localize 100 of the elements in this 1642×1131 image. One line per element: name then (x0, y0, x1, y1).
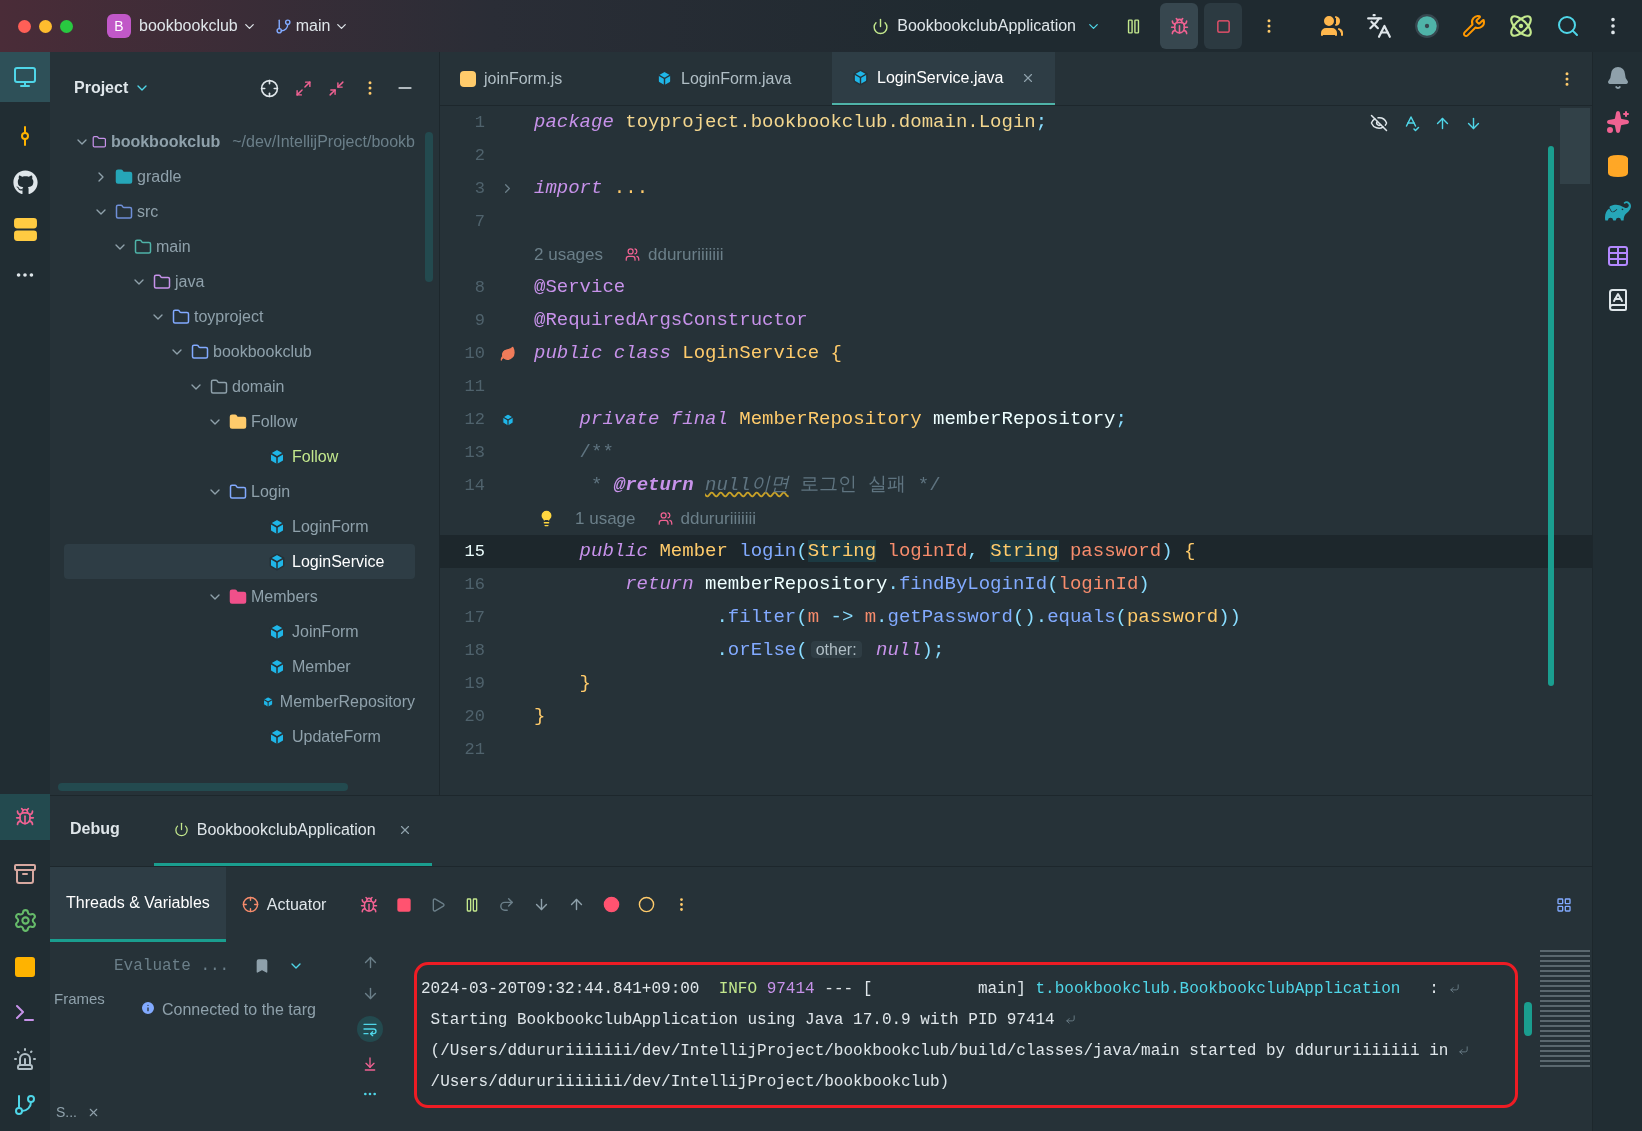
tree-row[interactable]: Follow (64, 439, 415, 474)
tree-row[interactable]: main (64, 229, 415, 264)
tree-row[interactable]: Follow (64, 404, 415, 439)
editor-tab[interactable]: joinForm.js (440, 52, 636, 105)
wrap-icon (1064, 1014, 1076, 1025)
collapse-all-icon[interactable] (328, 79, 345, 97)
tree-row[interactable]: Members (64, 579, 415, 614)
close-window-button[interactable] (18, 19, 31, 33)
scrollbar[interactable] (58, 783, 348, 791)
hidden-icon[interactable] (1370, 114, 1388, 132)
layout-icon[interactable] (1556, 896, 1572, 913)
pause-icon[interactable] (1125, 17, 1142, 35)
stop-button[interactable] (1204, 3, 1242, 49)
tree-label: domain (232, 376, 285, 397)
tree-row[interactable]: UpdateForm (64, 719, 415, 754)
branch-switcher[interactable]: main (295, 14, 350, 38)
elephant-icon[interactable] (1604, 198, 1631, 224)
tree-row[interactable]: bookbookclub (64, 334, 415, 369)
tree-row[interactable]: domain (64, 369, 415, 404)
run-config-selector[interactable]: BookbookclubApplication (897, 14, 1101, 38)
tree-row[interactable]: bookbookclub ~/dev/IntellijProject/bookb (64, 124, 415, 159)
cube-icon (268, 622, 286, 641)
minimize-window-button[interactable] (39, 19, 52, 33)
record-icon[interactable] (1414, 13, 1440, 39)
code-line: /** (578, 440, 614, 466)
notifications-icon[interactable] (1605, 66, 1630, 90)
project-view-selector[interactable]: Project (74, 76, 151, 100)
expand-all-icon[interactable] (295, 79, 312, 97)
debug-tool-button[interactable] (0, 794, 50, 840)
leaf-icon[interactable] (499, 345, 516, 362)
scrollbar[interactable] (1524, 1002, 1532, 1036)
bookmark-icon[interactable] (254, 958, 270, 974)
tree-row[interactable]: java (64, 264, 415, 299)
session-tab[interactable]: S... (56, 1102, 77, 1123)
table-icon[interactable] (1605, 244, 1630, 268)
cube-icon (852, 69, 869, 86)
tree-row[interactable]: LoginForm (64, 509, 415, 544)
evaluate-field[interactable]: Evaluate ... (114, 954, 244, 978)
branch-icon[interactable] (13, 1093, 37, 1117)
tree-label: Follow (251, 411, 298, 432)
translate-icon[interactable] (1366, 13, 1392, 39)
project-switcher[interactable]: bookbookclub (139, 14, 257, 38)
cube-icon[interactable] (500, 412, 515, 427)
tree-row[interactable]: MemberRepository (64, 684, 415, 719)
zoom-window-button[interactable] (60, 19, 73, 33)
tree-row[interactable]: Login (64, 474, 415, 509)
cube-icon (268, 517, 286, 536)
editor-tab[interactable]: LoginForm.java (636, 52, 832, 105)
status-message: Connected to the targ (162, 1000, 316, 1020)
locate-icon[interactable] (260, 78, 279, 98)
scrollbar[interactable] (1548, 146, 1554, 686)
mute-breakpoints-icon[interactable] (638, 896, 656, 913)
folder-icon (115, 202, 133, 221)
tree-row[interactable]: gradle (64, 159, 415, 194)
usages-hint[interactable]: 1 usage (575, 505, 636, 532)
atom-icon[interactable] (1508, 13, 1534, 39)
project-badge: B (107, 14, 131, 38)
editor-tab[interactable]: LoginService.java (832, 52, 1056, 105)
wrap-icon (362, 1021, 378, 1037)
scroll-to-end-icon[interactable] (362, 1056, 378, 1072)
console-line: (/Users/ddururiiiiiii/dev/IntellijProject/bookbookclub/build/classes/java/main started by ddururiiiiiii in (429, 1040, 1449, 1062)
tree-row[interactable]: LoginService (64, 544, 415, 579)
resume-icon[interactable] (430, 896, 447, 913)
tree-label: java (175, 271, 205, 292)
tree-row[interactable]: src (64, 194, 415, 229)
tree-row[interactable]: toyproject (64, 299, 415, 334)
close-icon[interactable] (87, 1106, 100, 1119)
folder-icon (115, 167, 133, 186)
stop-icon[interactable] (396, 896, 413, 913)
wrench-icon[interactable] (1462, 14, 1486, 38)
code-line: @Service (534, 275, 626, 301)
database-icon[interactable] (1605, 154, 1630, 178)
usages-hint[interactable]: 2 usages (534, 241, 603, 268)
server-icon[interactable] (12, 217, 38, 242)
panel-icon[interactable] (13, 955, 37, 979)
sparkle-icon[interactable] (1605, 110, 1630, 134)
code-line: import ... (534, 176, 649, 202)
author-hint[interactable]: ddururiiiiiii (648, 241, 724, 268)
github-icon[interactable] (12, 170, 38, 195)
archive-icon[interactable] (13, 862, 37, 886)
people-icon[interactable] (1320, 14, 1344, 38)
project-tool-button[interactable] (0, 52, 50, 102)
tree-row[interactable]: Member (64, 649, 415, 684)
scrollbar[interactable] (425, 132, 433, 282)
step-over-icon[interactable] (498, 896, 516, 913)
search-icon[interactable] (1556, 14, 1580, 38)
tree-row[interactable]: JoinForm (64, 614, 415, 649)
bug-icon[interactable] (360, 895, 379, 914)
alert-icon[interactable] (13, 1047, 37, 1071)
debug-button[interactable] (1160, 3, 1198, 49)
code-line: package toyproject.bookbookclub.domain.Login; (534, 110, 1048, 136)
debug-subtab[interactable]: Actuator (225, 867, 343, 942)
breakpoints-icon[interactable] (603, 896, 621, 913)
author-hint[interactable]: ddururiiiiiii (680, 505, 757, 532)
soft-wrap-button[interactable] (357, 1016, 383, 1042)
tree-label: Login (251, 481, 291, 502)
settings-icon[interactable] (12, 908, 38, 933)
debug-subtab[interactable]: Threads & Variables (50, 867, 226, 942)
tree-label: gradle (137, 166, 182, 187)
console-line: Starting BookbookclubApplication using Java 17.0.9 with PID 97414 (429, 1009, 1055, 1031)
